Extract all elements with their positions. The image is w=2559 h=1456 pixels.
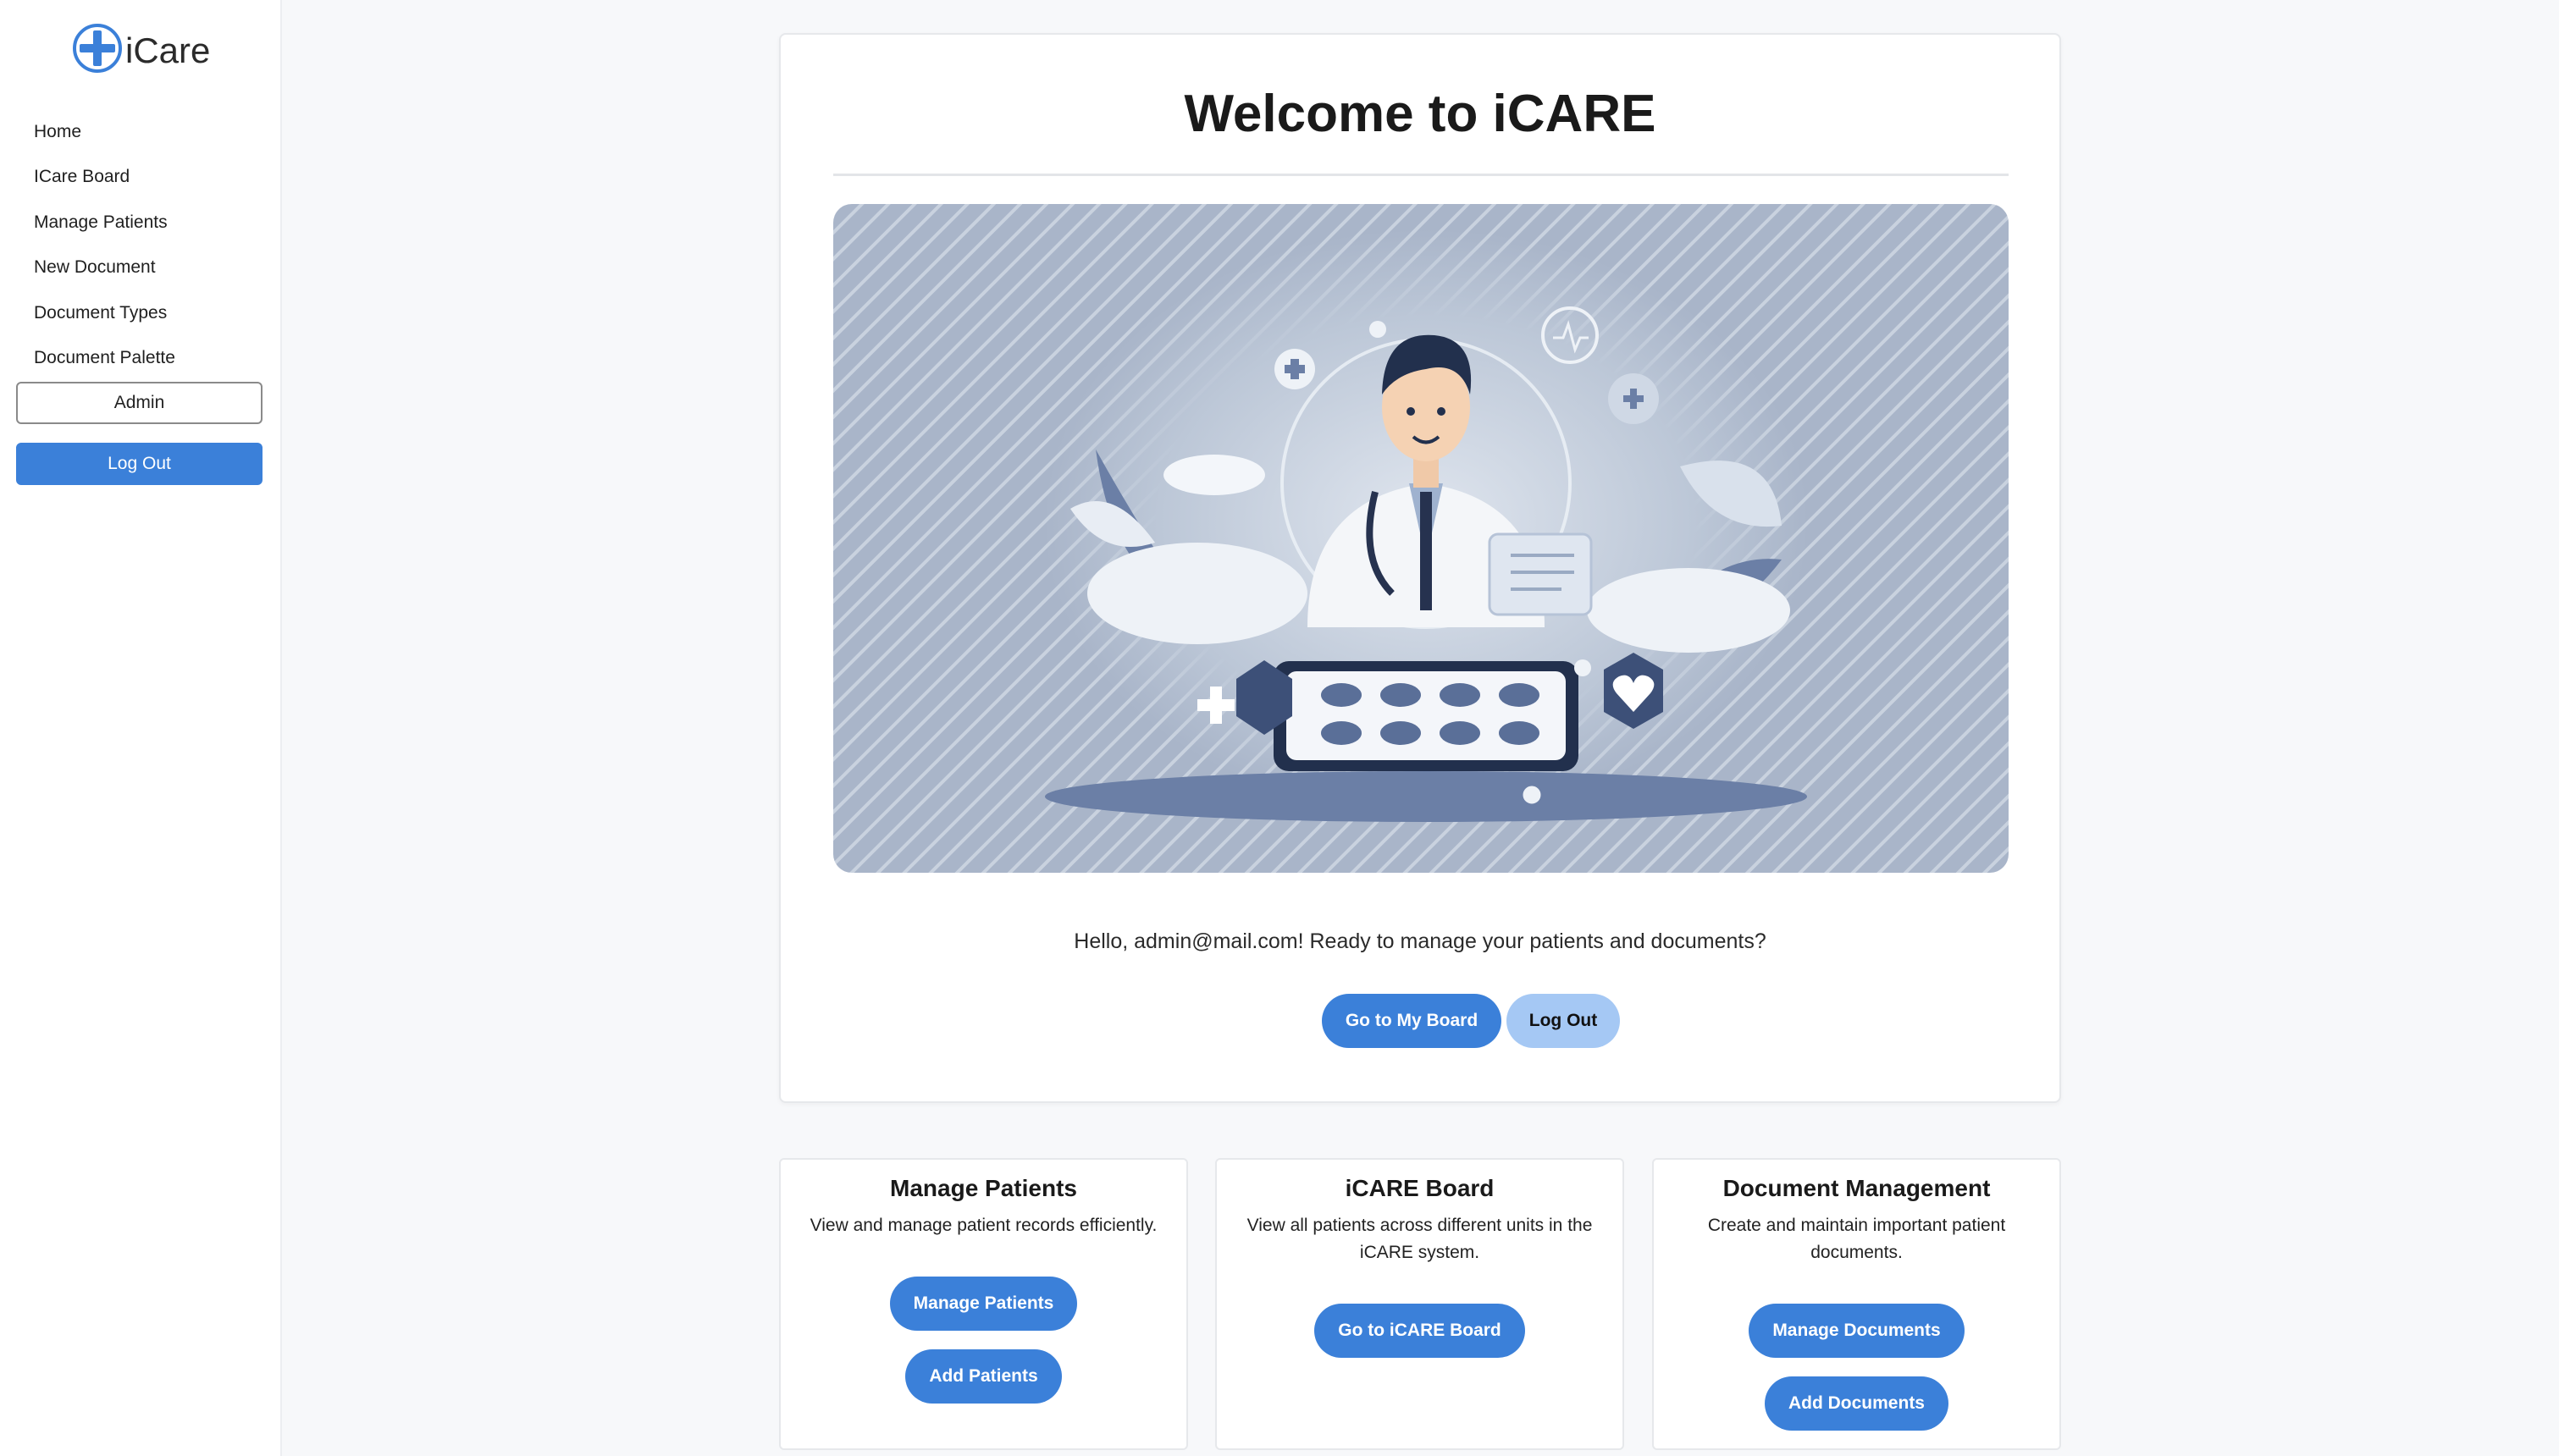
medical-cross-icon (73, 24, 122, 73)
feature-actions: Manage Patients Add Patients (781, 1277, 1186, 1404)
feature-description: View and manage patient records efficien… (810, 1216, 1158, 1235)
logout-button[interactable]: Log Out (1506, 994, 1620, 1048)
admin-button[interactable]: Admin (16, 382, 263, 424)
sidebar-item-manage-patients[interactable]: Manage Patients (0, 207, 282, 252)
feature-title: Manage Patients (890, 1175, 1077, 1201)
manage-patients-button[interactable]: Manage Patients (889, 1277, 1078, 1331)
title-divider (833, 174, 2009, 176)
feature-description: View all patients across different units… (1246, 1216, 1593, 1262)
greeting-text: Hello, admin@mail.com! Ready to manage y… (1074, 929, 1766, 953)
hero-illustration (833, 204, 2009, 873)
sidebar-item-icare-board[interactable]: ICare Board (0, 162, 282, 207)
feature-title: Document Management (1722, 1175, 1991, 1201)
add-documents-button[interactable]: Add Documents (1764, 1376, 1948, 1431)
app-logo-text: iCare (125, 30, 211, 70)
feature-actions: Manage Documents Add Documents (1654, 1304, 2059, 1431)
manage-documents-button[interactable]: Manage Documents (1749, 1304, 1965, 1358)
go-to-my-board-button[interactable]: Go to My Board (1322, 994, 1501, 1048)
sidebar-logout-button[interactable]: Log Out (16, 443, 263, 485)
welcome-card: Welcome to iCARE Hello, admin@mail.com! … (779, 33, 2061, 1103)
cta-row: Go to My Board Log Out (781, 994, 2059, 1048)
add-patients-button[interactable]: Add Patients (905, 1349, 1062, 1404)
page-title: Welcome to iCARE (1184, 85, 1656, 143)
go-to-icare-board-button[interactable]: Go to iCARE Board (1314, 1304, 1525, 1358)
doctor-illustration-icon (833, 204, 2009, 873)
feature-card-manage-patients: Manage Patients View and manage patient … (779, 1158, 1188, 1450)
feature-card-document-management: Document Management Create and maintain … (1652, 1158, 2061, 1450)
sidebar-item-new-document[interactable]: New Document (0, 252, 282, 297)
sidebar-nav: Home ICare Board Manage Patients New Doc… (0, 117, 282, 388)
feature-actions: Go to iCARE Board (1217, 1304, 1622, 1358)
feature-title: iCARE Board (1345, 1175, 1495, 1201)
sidebar-item-document-types[interactable]: Document Types (0, 298, 282, 343)
sidebar: iCare Home ICare Board Manage Patients N… (0, 0, 282, 1456)
feature-description: Create and maintain important patient do… (1707, 1216, 2006, 1262)
sidebar-item-home[interactable]: Home (0, 117, 282, 162)
app-logo[interactable]: iCare (71, 22, 210, 74)
feature-card-icare-board: iCARE Board View all patients across dif… (1215, 1158, 1624, 1450)
